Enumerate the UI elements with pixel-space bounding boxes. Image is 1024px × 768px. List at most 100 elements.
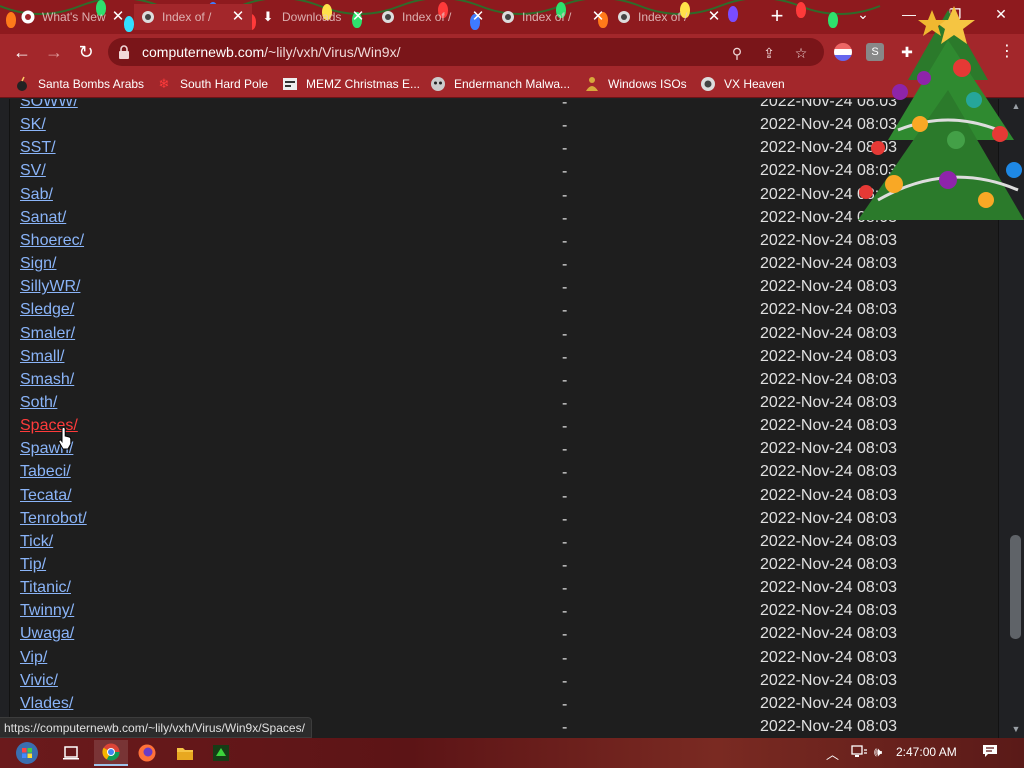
back-icon[interactable]: ← [10,40,34,64]
tab-index-of-3[interactable]: Index of / ✕ [494,4,612,30]
directory-link[interactable]: Small/ [20,348,64,366]
directory-link[interactable]: SK/ [20,116,46,134]
size-cell: - [562,510,568,528]
close-tab-icon[interactable]: ✕ [706,9,722,25]
star-icon[interactable]: ☆ [792,44,810,62]
directory-link[interactable]: Soth/ [20,394,57,412]
scrollbar-thumb[interactable] [1010,535,1021,639]
directory-link[interactable]: Tabeci/ [20,463,71,481]
date-cell: 2022-Nov-24 08:03 [760,208,897,226]
lock-icon[interactable] [118,45,130,59]
size-cell: - [562,557,568,574]
directory-link[interactable]: Tecata/ [20,487,72,505]
tab-search-button[interactable]: ⌄ [840,0,886,30]
directory-link[interactable]: Tenrobot/ [20,510,87,528]
notification-icon[interactable] [982,744,998,761]
windows-taskbar: ︿ 🕪 2:47:00 AM [0,738,1024,768]
directory-link[interactable]: Sanat/ [20,209,66,227]
directory-link[interactable]: Sab/ [20,186,53,204]
tab-index-of-active[interactable]: Index of / ✕ [134,4,252,30]
size-cell: - [562,533,568,551]
bookmark-endermanch-malware[interactable]: Endermanch Malwa... [430,75,570,93]
directory-link[interactable]: SillyWR/ [20,278,80,296]
bookmark-windows-isos[interactable]: Windows ISOs [584,75,687,93]
directory-link[interactable]: Twinny/ [20,602,74,620]
listing-row: Small/ - 2022-Nov-24 08:03 [10,347,1000,370]
directory-link[interactable]: Shoerec/ [20,232,84,250]
scroll-down-icon[interactable]: ▼ [1008,722,1024,736]
date-cell: 2022-Nov-24 08:03 [760,602,897,620]
date-cell: 2022-Nov-24 08:03 [760,301,897,319]
firefox-icon[interactable] [130,740,164,766]
size-cell: - [562,302,568,320]
close-tab-icon[interactable]: ✕ [350,9,366,25]
tab-downloads[interactable]: ⬇ Downloads ✕ [254,4,372,30]
directory-link[interactable]: Smaler/ [20,325,75,343]
tab-index-of-2[interactable]: Index of / ✕ [374,4,492,30]
directory-link[interactable]: SST/ [20,139,56,157]
directory-link[interactable]: SV/ [20,162,46,180]
bookmark-label: South Hard Pole [180,77,269,91]
extension-icon[interactable]: ✚ [898,43,916,61]
bookmark-south-hard-pole[interactable]: ❄ South Hard Pole [156,75,269,93]
directory-link[interactable]: Sign/ [20,255,56,273]
directory-link[interactable]: Tick/ [20,533,53,551]
directory-link[interactable]: Smash/ [20,371,74,389]
bookmark-santa-bombs-arabs[interactable]: Santa Bombs Arabs [14,75,144,93]
forward-icon[interactable]: → [42,40,66,64]
close-tab-icon[interactable]: ✕ [590,9,606,25]
file-explorer-icon[interactable] [168,740,202,766]
menu-icon[interactable]: ⋮ [998,43,1016,61]
page-viewport: SOWW/ - 2022-Nov-24 08:03 SK/ - 2022-Nov-24 0… [0,99,1008,738]
directory-link[interactable]: Vip/ [20,649,47,667]
directory-link[interactable]: Sledge/ [20,301,74,319]
scroll-up-icon[interactable]: ▲ [1008,99,1024,113]
date-cell: 2022-Nov-24 08:03 [760,440,897,458]
chrome-taskbar-icon[interactable] [94,740,128,766]
endermanch-icon [430,76,446,92]
reload-icon[interactable]: ↻ [74,40,98,64]
minimize-button[interactable]: — [886,0,932,30]
directory-link[interactable]: Tip/ [20,556,46,574]
new-tab-button[interactable]: + [766,5,788,28]
malware-app-icon[interactable] [204,740,238,766]
network-icon[interactable] [850,744,868,763]
maximize-button[interactable]: ❐ [932,0,978,30]
search-icon[interactable]: ⚲ [728,44,746,62]
url-text[interactable]: computernewb.com/~lily/vxh/Virus/Win9x/ [142,44,400,60]
listing-row: Vip/ - 2022-Nov-24 08:03 [10,648,1000,671]
bookmark-vx-heaven[interactable]: VX Heaven [700,75,785,93]
vertical-scrollbar[interactable] [1008,99,1024,738]
volume-icon[interactable]: 🕪 [874,744,882,760]
directory-link[interactable]: Uwaga/ [20,625,74,643]
size-cell: - [562,99,568,111]
date-cell: 2022-Nov-24 08:03 [760,231,897,249]
directory-link[interactable]: Vlades/ [20,695,73,713]
address-bar[interactable]: computernewb.com/~lily/vxh/Virus/Win9x/ … [108,38,824,66]
profile-extension-icon[interactable]: S [866,43,884,61]
bookmark-memz-christmas[interactable]: MEMZ Christmas E... [282,75,420,93]
chevron-up-icon[interactable]: ︿ [826,744,839,763]
directory-link[interactable]: Vivic/ [20,672,58,690]
task-view-icon[interactable] [54,740,88,766]
close-tab-icon[interactable]: ✕ [470,9,486,25]
date-cell: 2022-Nov-24 08:03 [760,162,897,180]
tab-index-of-4[interactable]: Index of / ✕ [610,4,728,30]
directory-link[interactable]: SOWW/ [20,99,78,111]
close-tab-icon[interactable]: ✕ [110,9,126,25]
directory-link[interactable]: Titanic/ [20,579,71,597]
tab-whats-new[interactable]: What's New ✕ [14,4,132,30]
share-icon[interactable]: ⇪ [760,44,778,62]
taskbar-clock[interactable]: 2:47:00 AM [896,745,957,759]
directory-listing: SOWW/ - 2022-Nov-24 08:03 SK/ - 2022-Nov-24 0… [9,99,999,738]
bookmarks-bar: Santa Bombs Arabs ❄ South Hard Pole MEMZ… [0,70,1024,98]
date-cell: 2022-Nov-24 08:03 [760,532,897,550]
close-window-button[interactable]: ✕ [978,0,1024,30]
start-orb-icon[interactable] [10,740,44,766]
tab-title: Index of / [522,10,572,24]
size-cell: - [562,603,568,621]
vx-heaven-icon [700,76,716,92]
extension-flag-icon[interactable] [834,43,852,61]
tab-title: What's New [42,10,106,24]
close-tab-icon[interactable]: ✕ [230,9,246,25]
